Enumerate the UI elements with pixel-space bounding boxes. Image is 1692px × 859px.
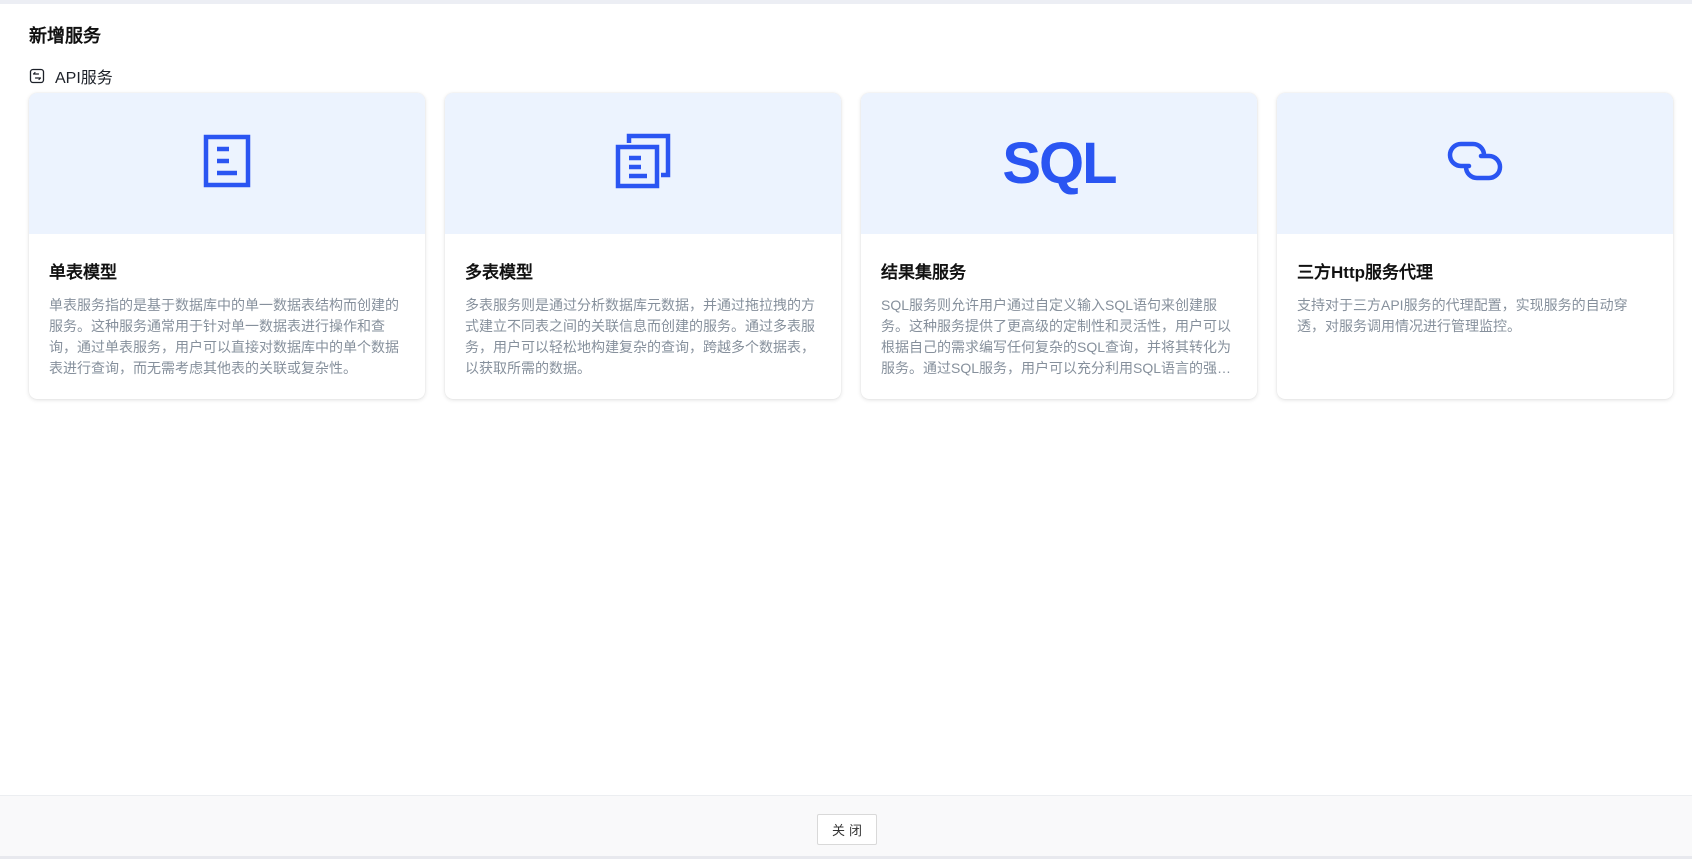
link-icon: [1447, 136, 1503, 191]
dialog-footer: 关闭: [0, 795, 1692, 857]
service-card-list: 单表模型 单表服务指的是基于数据库中的单一数据表结构而创建的服务。这种服务通常用…: [29, 93, 1673, 399]
card-http-proxy-service[interactable]: 三方Http服务代理 支持对于三方API服务的代理配置，实现服务的自动穿透，对服…: [1277, 93, 1673, 399]
card-title: 多表模型: [465, 263, 533, 282]
card-banner: [445, 93, 841, 234]
card-title: 三方Http服务代理: [1297, 263, 1433, 282]
card-title: 单表模型: [49, 263, 117, 282]
section-header: API服务: [29, 64, 113, 88]
document-icon: [203, 134, 251, 193]
api-service-icon: [29, 68, 45, 84]
close-button[interactable]: 关闭: [817, 814, 877, 845]
card-title: 结果集服务: [881, 263, 966, 282]
top-divider: [0, 0, 1692, 4]
card-description: 多表服务则是通过分析数据库元数据，并通过拖拉拽的方式建立不同表之间的关联信息而创…: [465, 297, 815, 376]
card-banner: [29, 93, 425, 234]
card-banner: [1277, 93, 1673, 234]
card-result-set-service[interactable]: SQL 结果集服务 SQL服务则允许用户通过自定义输入SQL语句来创建服务。这种…: [861, 93, 1257, 399]
card-multi-table-model[interactable]: 多表模型 多表服务则是通过分析数据库元数据，并通过拖拉拽的方式建立不同表之间的关…: [445, 93, 841, 399]
multi-document-icon: [615, 133, 671, 194]
card-description: 单表服务指的是基于数据库中的单一数据表结构而创建的服务。这种服务通常用于针对单一…: [49, 297, 399, 376]
page-title: 新增服务: [29, 26, 101, 46]
card-single-table-model[interactable]: 单表模型 单表服务指的是基于数据库中的单一数据表结构而创建的服务。这种服务通常用…: [29, 93, 425, 399]
sql-icon: SQL: [1002, 131, 1117, 196]
section-label: API服务: [55, 70, 113, 87]
card-description: SQL服务则允许用户通过自定义输入SQL语句来创建服务。这种服务提供了更高级的定…: [881, 297, 1232, 376]
card-description: 支持对于三方API服务的代理配置，实现服务的自动穿透，对服务调用情况进行管理监控…: [1297, 297, 1628, 334]
card-banner: SQL: [861, 93, 1257, 234]
